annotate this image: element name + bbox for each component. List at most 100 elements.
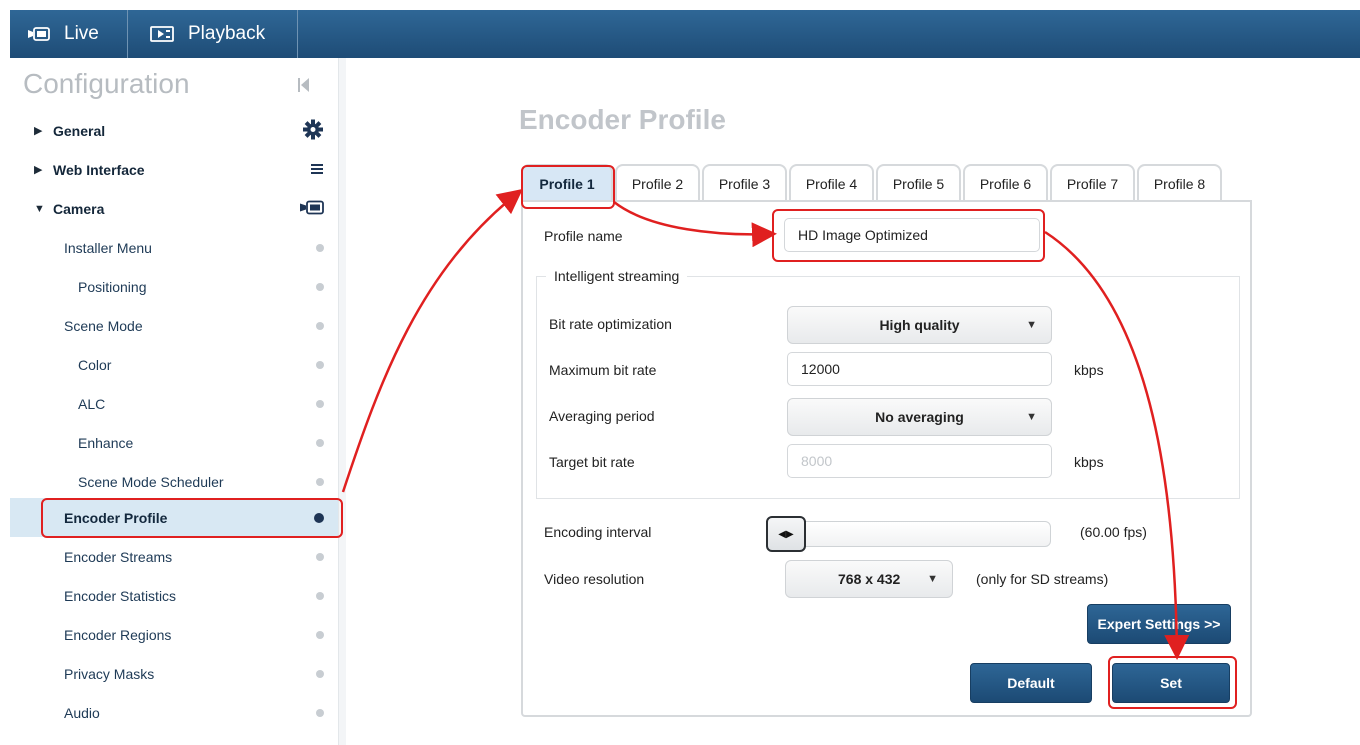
intelligent-streaming-legend: Intelligent streaming <box>546 268 688 284</box>
max-bitrate-field[interactable]: 12000 <box>787 352 1052 386</box>
sidebar-scrollbar[interactable] <box>338 58 346 745</box>
status-dot-icon <box>316 321 324 330</box>
playback-tab-label: Playback <box>188 23 266 44</box>
sidebar-item-camera[interactable]: ▼ Camera <box>10 189 338 228</box>
sidebar-item-web-interface[interactable]: ▶ Web Interface <box>10 150 338 189</box>
sidebar-item-label: Audio <box>64 704 100 721</box>
tab-profile-3[interactable]: Profile 3 <box>702 164 787 202</box>
config-sidebar: Configuration ▶ General ▶ Web Interface … <box>10 58 346 745</box>
expert-settings-button[interactable]: Expert Settings >> <box>1087 604 1231 644</box>
sidebar-item-label: Installer Menu <box>64 239 152 256</box>
tab-profile-2[interactable]: Profile 2 <box>615 164 700 202</box>
sidebar-item-label: Color <box>78 356 112 373</box>
collapse-caret-icon: ▼ <box>34 202 45 215</box>
slider-handle-icon[interactable]: ◀▶ <box>766 516 806 552</box>
sidebar-title: Configuration <box>23 68 190 99</box>
max-bitrate-label: Maximum bit rate <box>549 362 657 378</box>
status-dot-icon <box>316 438 324 447</box>
active-dot-icon <box>314 512 324 523</box>
encoding-interval-value: (60.00 fps) <box>1080 524 1147 540</box>
sidebar-item-encoder-streams[interactable]: Encoder Streams <box>10 537 338 576</box>
sidebar-item-privacy-masks[interactable]: Privacy Masks <box>10 654 338 693</box>
camera-icon <box>28 27 50 41</box>
status-dot-icon <box>316 282 324 291</box>
sidebar-item-label: Scene Mode <box>64 317 143 334</box>
status-dot-icon <box>316 243 324 252</box>
live-tab[interactable]: Live <box>10 10 128 58</box>
top-nav-bar: Live Playback <box>10 10 1360 58</box>
sidebar-item-label: Camera <box>53 200 105 217</box>
arrow-sidebar-to-tab <box>341 188 523 493</box>
gear-icon <box>302 118 324 143</box>
status-dot-icon <box>316 477 324 486</box>
status-dot-icon <box>316 591 324 600</box>
sidebar-item-label: General <box>53 122 106 139</box>
status-dot-icon <box>316 630 324 639</box>
sidebar-item-scene-mode-scheduler[interactable]: Scene Mode Scheduler <box>10 462 338 501</box>
sidebar-item-positioning[interactable]: Positioning <box>10 267 338 306</box>
collapse-sidebar-icon[interactable] <box>296 76 312 94</box>
status-dot-icon <box>316 399 324 408</box>
sidebar-item-label: Privacy Masks <box>64 665 155 682</box>
sidebar-item-color[interactable]: Color <box>10 345 338 384</box>
dropdown-arrow-icon: ▼ <box>1026 411 1037 423</box>
sidebar-item-label: Web Interface <box>53 161 145 178</box>
averaging-period-select[interactable]: No averaging ▼ <box>787 398 1052 436</box>
tab-profile-4[interactable]: Profile 4 <box>789 164 874 202</box>
sidebar-item-encoder-regions[interactable]: Encoder Regions <box>10 615 338 654</box>
video-resolution-select[interactable]: 768 x 432 ▼ <box>785 560 953 598</box>
status-dot-icon <box>316 708 324 717</box>
bitrate-optimization-select[interactable]: High quality ▼ <box>787 306 1052 344</box>
tab-profile-7[interactable]: Profile 7 <box>1050 164 1135 202</box>
tab-profile-6[interactable]: Profile 6 <box>963 164 1048 202</box>
profile-name-label: Profile name <box>544 228 623 244</box>
select-value: High quality <box>879 317 960 333</box>
expand-caret-icon: ▶ <box>34 164 43 176</box>
video-resolution-note: (only for SD streams) <box>976 571 1109 587</box>
max-bitrate-unit: kbps <box>1074 362 1104 378</box>
video-resolution-label: Video resolution <box>544 571 645 587</box>
sidebar-item-encoder-profile[interactable]: Encoder Profile <box>10 498 338 537</box>
playback-tab[interactable]: Playback <box>128 10 298 58</box>
sidebar-item-label: Scene Mode Scheduler <box>78 473 224 490</box>
averaging-period-label: Averaging period <box>549 408 655 424</box>
sidebar-item-label: Encoder Profile <box>64 509 168 526</box>
select-value: No averaging <box>875 409 964 425</box>
sidebar-item-installer-menu[interactable]: Installer Menu <box>10 228 338 267</box>
playback-icon <box>150 26 174 42</box>
status-dot-icon <box>316 669 324 678</box>
bitrate-optimization-label: Bit rate optimization <box>549 316 672 332</box>
tab-profile-5[interactable]: Profile 5 <box>876 164 961 202</box>
set-button[interactable]: Set <box>1112 663 1230 703</box>
sidebar-item-label: ALC <box>78 395 106 412</box>
status-dot-icon <box>316 552 324 561</box>
target-bitrate-field: 8000 <box>787 444 1052 478</box>
encoding-interval-slider[interactable] <box>770 521 1051 547</box>
default-button[interactable]: Default <box>970 663 1092 703</box>
sidebar-item-label: Enhance <box>78 434 134 451</box>
dropdown-arrow-icon: ▼ <box>1026 319 1037 331</box>
target-bitrate-label: Target bit rate <box>549 454 635 470</box>
sidebar-item-scene-mode[interactable]: Scene Mode <box>10 306 338 345</box>
sidebar-item-encoder-statistics[interactable]: Encoder Statistics <box>10 576 338 615</box>
expand-caret-icon: ▶ <box>34 125 43 137</box>
live-tab-label: Live <box>64 23 99 44</box>
menu-icon <box>310 162 324 178</box>
sidebar-item-audio[interactable]: Audio <box>10 693 338 732</box>
select-value: 768 x 432 <box>838 571 901 587</box>
target-bitrate-unit: kbps <box>1074 454 1104 470</box>
tab-profile-8[interactable]: Profile 8 <box>1137 164 1222 202</box>
camera-icon <box>300 200 324 217</box>
profile-name-field[interactable]: HD Image Optimized <box>784 218 1040 252</box>
sidebar-item-label: Encoder Statistics <box>64 587 177 604</box>
sidebar-item-label: Encoder Streams <box>64 548 173 565</box>
dropdown-arrow-icon: ▼ <box>927 573 938 585</box>
tab-profile-1[interactable]: Profile 1 <box>521 164 613 202</box>
encoding-interval-label: Encoding interval <box>544 524 652 540</box>
sidebar-item-general[interactable]: ▶ General <box>10 111 338 150</box>
sidebar-item-alc[interactable]: ALC <box>10 384 338 423</box>
page-title: Encoder Profile <box>519 104 726 135</box>
sidebar-item-label: Positioning <box>78 278 147 295</box>
sidebar-item-enhance[interactable]: Enhance <box>10 423 338 462</box>
sidebar-item-label: Encoder Regions <box>64 626 172 643</box>
